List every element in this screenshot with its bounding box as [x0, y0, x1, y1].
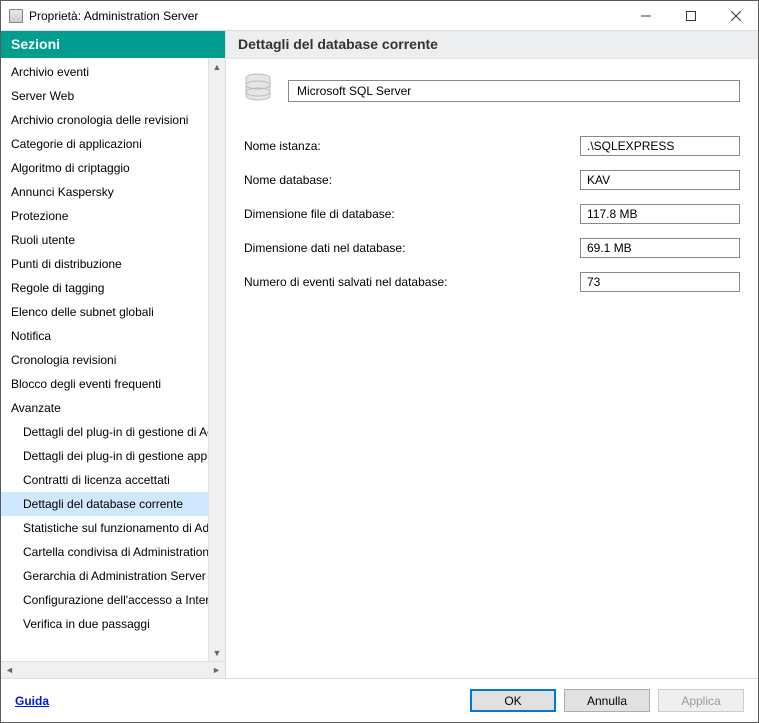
field-label: Dimensione file di database:	[244, 207, 580, 221]
main-panel: Dettagli del database corrente Microsoft…	[226, 31, 758, 678]
panel-content: Microsoft SQL Server Nome istanza:.\SQLE…	[226, 59, 758, 678]
tree-item[interactable]: Dettagli del database corrente	[1, 492, 208, 516]
scroll-track-h[interactable]	[18, 662, 208, 678]
sidebar: Sezioni Archivio eventiServer WebArchivi…	[1, 31, 226, 678]
scroll-up-arrow[interactable]: ▲	[209, 58, 225, 75]
tree-item[interactable]: Statistiche sul funzionamento di Adminis…	[1, 516, 208, 540]
tree-item[interactable]: Avanzate	[1, 396, 208, 420]
maximize-button[interactable]	[668, 1, 713, 30]
tree-item[interactable]: Cartella condivisa di Administration Ser…	[1, 540, 208, 564]
sections-tree[interactable]: Archivio eventiServer WebArchivio cronol…	[1, 58, 208, 661]
vertical-scrollbar[interactable]: ▲ ▼	[208, 58, 225, 661]
field-row: Numero di eventi salvati nel database:73	[244, 272, 740, 292]
tree-item[interactable]: Gerarchia di Administration Server	[1, 564, 208, 588]
tree-item[interactable]: Cronologia revisioni	[1, 348, 208, 372]
field-row: Nome istanza:.\SQLEXPRESS	[244, 136, 740, 156]
cancel-button[interactable]: Annulla	[564, 689, 650, 712]
app-icon	[9, 9, 23, 23]
database-type: Microsoft SQL Server	[288, 80, 740, 102]
tree-item[interactable]: Configurazione dell'accesso a Internet	[1, 588, 208, 612]
field-row: Dimensione dati nel database:69.1 MB	[244, 238, 740, 258]
close-button[interactable]	[713, 1, 758, 30]
field-label: Nome database:	[244, 173, 580, 187]
ok-button[interactable]: OK	[470, 689, 556, 712]
minimize-button[interactable]	[623, 1, 668, 30]
tree-item[interactable]: Regole di tagging	[1, 276, 208, 300]
tree-item[interactable]: Categorie di applicazioni	[1, 132, 208, 156]
tree-item[interactable]: Algoritmo di criptaggio	[1, 156, 208, 180]
field-value: 117.8 MB	[580, 204, 740, 224]
tree-item[interactable]: Dettagli del plug-in di gestione di Admi…	[1, 420, 208, 444]
tree-item[interactable]: Server Web	[1, 84, 208, 108]
field-value: KAV	[580, 170, 740, 190]
field-value: 69.1 MB	[580, 238, 740, 258]
tree-item[interactable]: Notifica	[1, 324, 208, 348]
properties-window: Proprietà: Administration Server Sezioni…	[0, 0, 759, 723]
tree-item[interactable]: Blocco degli eventi frequenti	[1, 372, 208, 396]
tree-item[interactable]: Verifica in due passaggi	[1, 612, 208, 636]
tree-item[interactable]: Dettagli dei plug-in di gestione applica…	[1, 444, 208, 468]
scroll-left-arrow[interactable]: ◄	[1, 662, 18, 678]
scroll-track[interactable]	[209, 75, 225, 644]
database-icon	[244, 73, 274, 108]
field-label: Nome istanza:	[244, 139, 580, 153]
sidebar-header: Sezioni	[1, 31, 225, 58]
scroll-right-arrow[interactable]: ►	[208, 662, 225, 678]
panel-header: Dettagli del database corrente	[226, 31, 758, 59]
horizontal-scrollbar[interactable]: ◄ ►	[1, 661, 225, 678]
tree-item[interactable]: Archivio eventi	[1, 60, 208, 84]
field-row: Dimensione file di database:117.8 MB	[244, 204, 740, 224]
field-value: 73	[580, 272, 740, 292]
scroll-down-arrow[interactable]: ▼	[209, 644, 225, 661]
footer: Guida OK Annulla Applica	[1, 678, 758, 722]
field-label: Numero di eventi salvati nel database:	[244, 275, 580, 289]
tree-item[interactable]: Protezione	[1, 204, 208, 228]
tree-item[interactable]: Annunci Kaspersky	[1, 180, 208, 204]
tree-item[interactable]: Ruoli utente	[1, 228, 208, 252]
apply-button: Applica	[658, 689, 744, 712]
field-row: Nome database:KAV	[244, 170, 740, 190]
tree-item[interactable]: Punti di distribuzione	[1, 252, 208, 276]
tree-item[interactable]: Elenco delle subnet globali	[1, 300, 208, 324]
field-label: Dimensione dati nel database:	[244, 241, 580, 255]
tree-item[interactable]: Contratti di licenza accettati	[1, 468, 208, 492]
tree-item[interactable]: Archivio cronologia delle revisioni	[1, 108, 208, 132]
titlebar: Proprietà: Administration Server	[1, 1, 758, 31]
field-value: .\SQLEXPRESS	[580, 136, 740, 156]
help-link[interactable]: Guida	[15, 694, 49, 708]
window-title: Proprietà: Administration Server	[29, 9, 198, 23]
